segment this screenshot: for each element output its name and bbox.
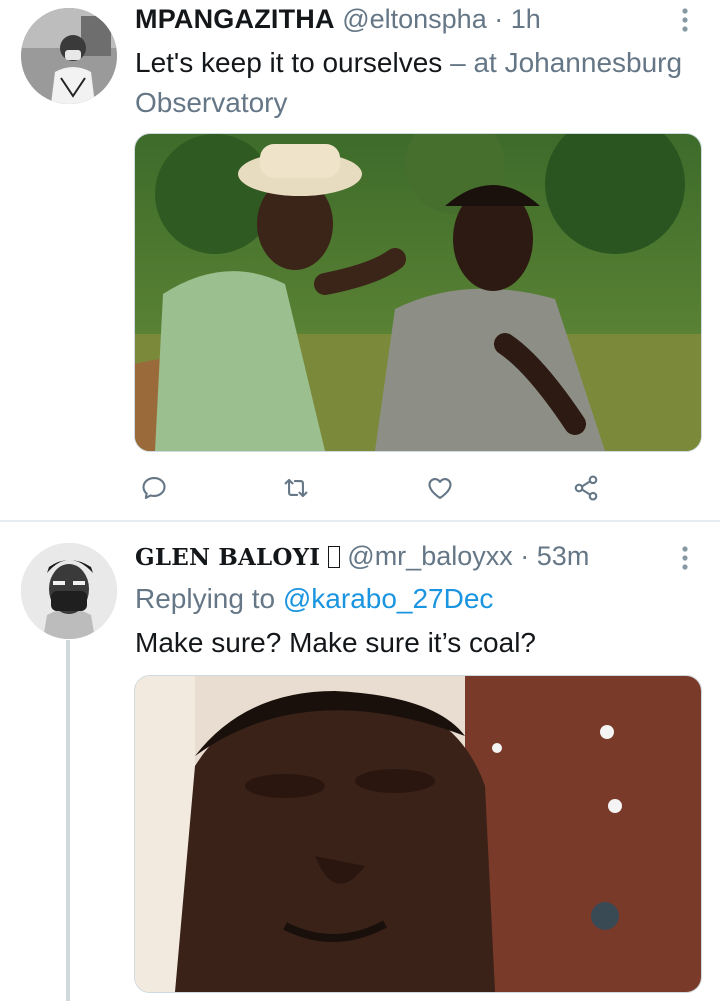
retweet-icon [284,478,308,498]
tweet-body: Let's keep it to ourselves [135,47,443,78]
like-icon [428,477,452,499]
tweet-media[interactable] [134,133,702,452]
name-badge [327,546,340,568]
share-button[interactable] [568,470,604,506]
tweet-text: Let's keep it to ourselves – at Johannes… [135,43,695,123]
reply-button[interactable] [136,470,172,506]
retweet-button[interactable] [278,470,314,506]
more-options-button[interactable] [670,2,700,38]
timestamp[interactable]: 1h [511,4,541,34]
tweet-media[interactable] [134,675,702,993]
tweet-actions [134,470,634,506]
share-icon [574,475,598,501]
display-name[interactable]: GLEN BALOYI [135,544,320,571]
timestamp[interactable]: 53m [537,541,590,571]
media-image [135,676,701,992]
more-vertical-icon [682,8,688,32]
tweet[interactable]: MPANGAZITHA @eltonspha · 1h Let's keep i… [0,0,720,520]
display-name[interactable]: MPANGAZITHA [135,4,335,34]
avatar-photo-icon [21,8,117,104]
handle[interactable]: @mr_baloyxx [347,541,512,571]
replying-to-label: Replying to [135,583,276,614]
avatar[interactable] [21,8,117,104]
place-separator: – [450,47,466,78]
tweet-text: Make sure? Make sure it’s coal? [135,627,536,658]
tweet[interactable]: GLEN BALOYI @mr_baloyxx · 53m Replying t… [0,522,720,1001]
reply-to-link[interactable]: @karabo_27Dec [283,583,494,614]
reply-icon [142,477,166,499]
separator: · [520,541,530,571]
more-vertical-icon [682,546,688,570]
place-prefix: at [473,47,497,78]
more-options-button[interactable] [670,540,700,576]
avatar[interactable] [21,543,117,639]
like-button[interactable] [422,470,458,506]
reply-context: Replying to @karabo_27Dec [135,579,695,619]
media-image [135,134,701,451]
avatar-photo-icon [21,543,117,639]
handle[interactable]: @eltonspha [342,4,487,34]
thread-line [66,640,70,1001]
separator: · [494,4,504,34]
